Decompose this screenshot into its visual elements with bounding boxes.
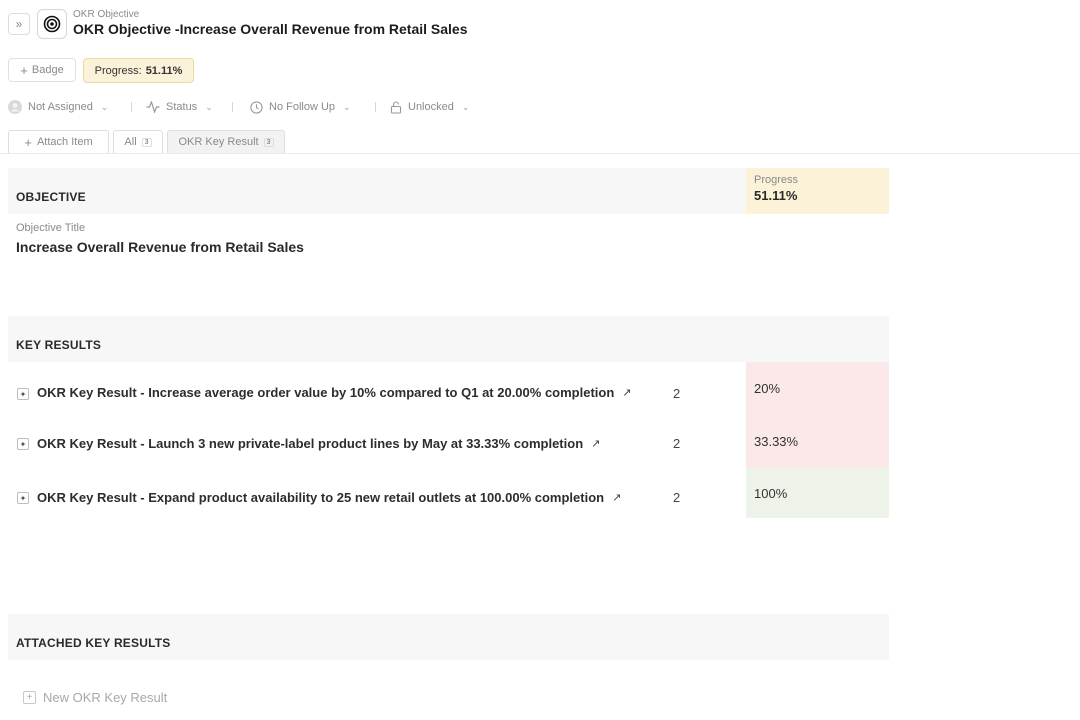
key-result-progress-value: 20% [754,380,781,396]
progress-value: 51.11% [754,188,798,203]
objective-progress-cell: Progress 51.11% [746,168,889,214]
badge-button-label: Badge [31,64,64,76]
new-okr-key-result-button[interactable]: + New OKR Key Result [23,690,167,705]
user-icon [8,100,22,114]
divider [232,102,233,112]
key-result-icon: ✦ [17,388,29,400]
key-results-section-header: KEY RESULTS [8,316,889,362]
attached-key-results-section-header: ATTACHED KEY RESULTS [8,614,889,660]
key-result-count: 2 [673,386,681,401]
attach-item-label: Attach Item [36,136,93,148]
key-result-progress-value: 33.33% [754,433,799,449]
lock-dropdown[interactable]: Unlocked ⌄ [390,100,469,114]
chevron-down-icon: ⌄ [461,101,470,112]
key-result-icon: ✦ [17,492,29,504]
clock-icon [250,100,263,114]
progress-label: Progress [754,174,799,186]
key-result-progress: 100% [746,468,889,518]
key-result-row[interactable]: ✦ OKR Key Result - Expand product availa… [8,468,889,518]
status-dropdown[interactable]: Status ⌄ [146,100,213,114]
key-result-title: OKR Key Result - Expand product availabi… [37,490,605,505]
objective-type-icon-box [37,9,67,39]
lock-label: Unlocked [408,101,454,113]
follow-up-dropdown[interactable]: No Follow Up ⌄ [250,100,351,114]
key-result-progress: 33.33% [746,414,889,468]
attached-key-results-section-label: ATTACHED KEY RESULTS [16,636,171,650]
key-result-count: 2 [673,490,681,505]
arrow-up-right-icon: ↗ [622,387,632,399]
chevron-down-icon: ⌄ [100,101,109,112]
key-result-count: 2 [673,436,681,451]
divider [375,102,376,112]
key-result-link[interactable]: OKR Key Result - Expand product availabi… [37,490,621,505]
key-result-progress-value: 100% [754,485,788,501]
new-okr-key-result-label: New OKR Key Result [43,690,168,705]
chevron-down-icon: ⌄ [343,101,351,112]
status-label: Status [166,101,198,113]
arrow-up-right-icon: ↗ [612,492,622,504]
key-result-link[interactable]: OKR Key Result - Increase average order … [37,385,632,400]
key-result-progress: 20% [746,362,889,414]
tabs-divider [0,153,1080,154]
record-type-label: OKR Objective [73,9,140,20]
plus-icon: + [24,134,32,150]
objective-title-label: Objective Title [16,222,86,234]
progress-badge: Progress: 51.11% [83,58,194,83]
divider [131,102,132,112]
page-title: OKR Objective -Increase Overall Revenue … [73,21,468,37]
tab-label: OKR Key Result [178,136,259,148]
key-result-icon: ✦ [17,438,29,450]
objective-section-label: OBJECTIVE [16,190,86,204]
key-result-title: OKR Key Result - Increase average order … [37,385,615,400]
follow-up-label: No Follow Up [269,101,336,113]
chevron-down-icon: ⌄ [205,101,213,112]
assignee-dropdown[interactable]: Not Assigned ⌄ [8,100,108,114]
expand-sidebar-button[interactable]: » [8,13,30,35]
assignee-label: Not Assigned [28,101,93,113]
double-chevron-right-icon: » [15,17,23,31]
arrow-up-right-icon: ↗ [591,438,601,450]
plus-icon: + [20,62,28,78]
tab-count: 3 [263,137,274,147]
progress-badge-label: Progress: [94,64,142,77]
add-badge-button[interactable]: + Badge [8,58,76,82]
key-results-section-label: KEY RESULTS [16,338,102,352]
key-result-link[interactable]: OKR Key Result - Launch 3 new private-la… [37,436,600,451]
key-result-title: OKR Key Result - Launch 3 new private-la… [37,436,584,451]
target-icon [43,15,61,33]
attach-item-button[interactable]: + Attach Item [8,130,109,153]
tab-okr-key-result[interactable]: OKR Key Result 3 [167,130,285,153]
tab-all[interactable]: All 3 [113,130,163,153]
progress-badge-value: 51.11% [145,64,183,77]
key-result-row[interactable]: ✦ OKR Key Result - Increase average orde… [8,362,889,414]
tab-count: 3 [141,137,152,147]
key-result-row[interactable]: ✦ OKR Key Result - Launch 3 new private-… [8,414,889,468]
tab-label: All [124,136,137,148]
activity-icon [146,101,160,113]
objective-title-value: Increase Overall Revenue from Retail Sal… [16,239,304,255]
plus-square-icon: + [23,691,36,704]
lock-icon [390,100,402,114]
